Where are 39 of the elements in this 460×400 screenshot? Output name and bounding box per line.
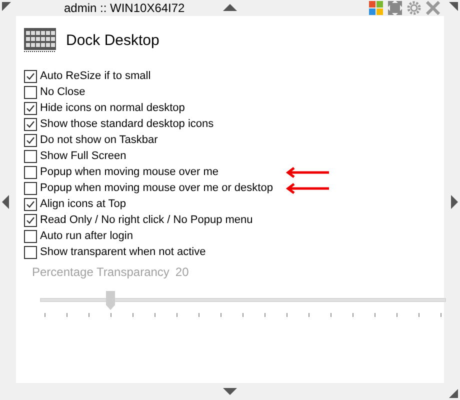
option-label: No Close <box>40 86 86 98</box>
option-label: Show those standard desktop icons <box>40 118 214 130</box>
checkbox[interactable] <box>24 150 37 162</box>
caret-down-icon[interactable] <box>223 388 237 395</box>
caret-right-icon[interactable] <box>451 195 458 209</box>
checkbox[interactable] <box>24 86 37 98</box>
keyboard-icon <box>24 28 56 52</box>
option-label: Auto ReSize if to small <box>40 70 151 82</box>
window-title: admin :: WIN10X64I72 <box>64 0 185 16</box>
checkbox[interactable] <box>24 246 37 258</box>
app-title: Dock Desktop <box>66 32 160 48</box>
option-label: Do not show on Taskbar <box>40 134 158 146</box>
option-label: Popup when moving mouse over me or desktop <box>40 182 273 194</box>
checkbox[interactable] <box>24 182 37 194</box>
corner-arrow-icon[interactable] <box>449 2 458 11</box>
checkbox[interactable] <box>24 198 37 210</box>
transparency-value: 20 <box>175 265 189 279</box>
checkbox[interactable] <box>24 134 37 146</box>
checkbox[interactable] <box>24 166 37 178</box>
caret-left-icon[interactable] <box>2 195 9 209</box>
corner-arrow-icon[interactable] <box>2 2 11 11</box>
windows-flag-icon[interactable] <box>369 1 383 15</box>
transparency-label: Percentage Transparancy <box>32 265 170 279</box>
option-label: Show transparent when not active <box>40 246 206 258</box>
option-label: Read Only / No right click / No Popup menu <box>40 214 253 226</box>
option-label: Hide icons on normal desktop <box>40 102 185 114</box>
slider-track[interactable] <box>40 291 446 311</box>
checkbox[interactable] <box>24 214 37 226</box>
option-label: Show Full Screen <box>40 150 126 162</box>
checkbox[interactable] <box>24 70 37 82</box>
option-label: Align icons at Top <box>40 198 126 210</box>
option-label: Popup when moving mouse over me <box>40 166 219 178</box>
fullscreen-icon[interactable] <box>388 1 402 15</box>
checkbox[interactable] <box>24 102 37 114</box>
checkbox[interactable] <box>24 118 37 130</box>
option-label: Auto run after login <box>40 230 133 242</box>
checkbox[interactable] <box>24 230 37 242</box>
caret-up-icon[interactable] <box>223 4 237 11</box>
resize-grip-icon[interactable] <box>449 389 458 398</box>
